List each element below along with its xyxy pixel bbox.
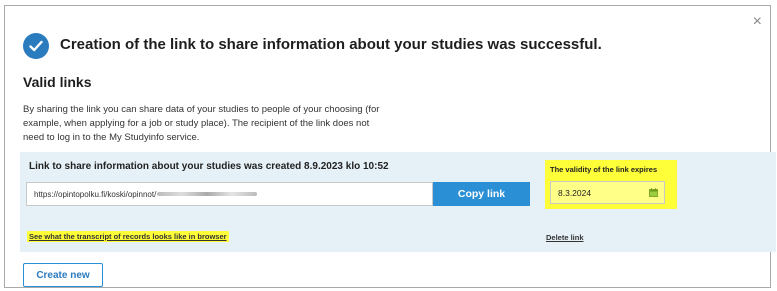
- share-link-dialog: × Creation of the link to share informat…: [4, 5, 776, 288]
- close-icon[interactable]: ×: [753, 14, 762, 30]
- transcript-preview-link[interactable]: See what the transcript of records looks…: [27, 231, 229, 242]
- copy-link-button[interactable]: Copy link: [433, 182, 530, 206]
- validity-label: The validity of the link expires: [550, 165, 658, 174]
- delete-link[interactable]: Delete link: [546, 233, 584, 242]
- calendar-icon[interactable]: [649, 188, 658, 197]
- expiry-date-field[interactable]: 8.3.2024: [550, 181, 665, 204]
- description-text: By sharing the link you can share data o…: [23, 104, 380, 143]
- checkmark-circle-icon: [23, 33, 49, 59]
- expiry-date-value: 8.3.2024: [558, 187, 592, 198]
- redacted-url-part: [157, 192, 258, 196]
- link-created-text: Link to share information about your stu…: [29, 161, 389, 172]
- section-heading: Valid links: [23, 74, 92, 90]
- dialog-title: Creation of the link to share informatio…: [60, 36, 602, 53]
- validity-highlight: The validity of the link expires 8.3.202…: [545, 160, 677, 209]
- share-url-text: https://opintopolku.fi/koski/opinnot/: [34, 189, 157, 199]
- share-url-field[interactable]: https://opintopolku.fi/koski/opinnot/: [26, 182, 433, 206]
- checkmark-icon: [29, 40, 43, 52]
- create-new-button[interactable]: Create new: [23, 263, 103, 287]
- link-panel: Link to share information about your stu…: [20, 152, 776, 252]
